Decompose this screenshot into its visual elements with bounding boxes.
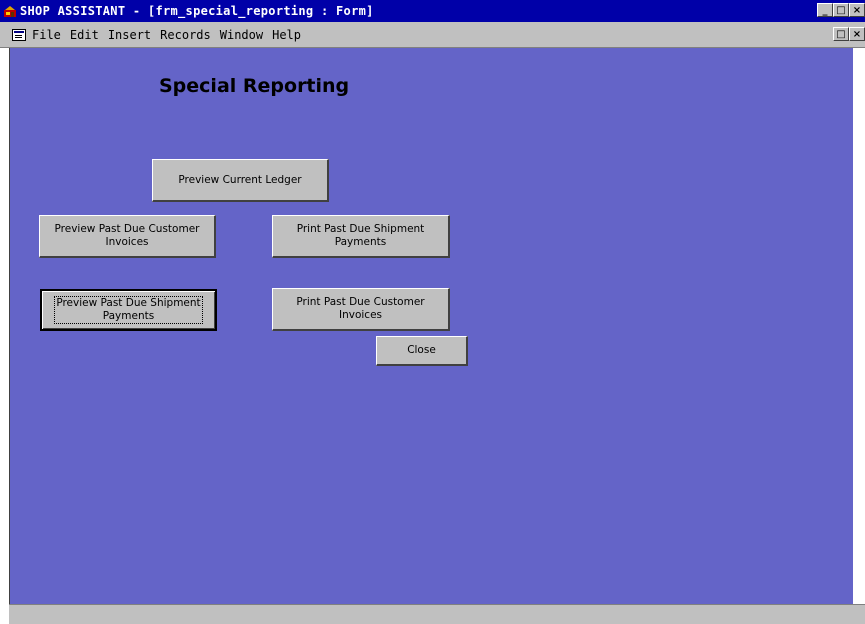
preview-past-due-customer-invoices-button[interactable]: Preview Past Due Customer Invoices [39,215,216,258]
menu-file[interactable]: File [32,28,61,42]
minimize-button[interactable]: _ [817,3,833,17]
print-past-due-customer-invoices-label: Print Past Due Customer Invoices [296,296,425,321]
form-view-icon[interactable] [12,28,26,41]
window-titlebar: SHOP ASSISTANT - [frm_special_reporting … [0,0,865,22]
app-icon[interactable] [2,3,18,19]
print-past-due-shipment-payments-button[interactable]: Print Past Due Shipment Payments [272,215,450,258]
menu-insert[interactable]: Insert [108,28,151,42]
document-controls: □ × [833,27,865,41]
menu-edit[interactable]: Edit [70,28,99,42]
document-restore-button[interactable]: □ [833,27,849,41]
preview-past-due-customer-invoices-label: Preview Past Due Customer Invoices [54,223,200,248]
print-past-due-customer-invoices-button[interactable]: Print Past Due Customer Invoices [272,288,450,331]
menu-window[interactable]: Window [220,28,263,42]
print-past-due-shipment-payments-label: Print Past Due Shipment Payments [296,223,425,248]
mdi-right-border [853,48,865,604]
close-button-label: Close [407,344,436,356]
maximize-button[interactable]: □ [833,3,849,17]
mdi-left-border [0,48,9,624]
close-window-button[interactable]: × [849,3,865,17]
document-close-button[interactable]: × [849,27,865,41]
preview-current-ledger-button[interactable]: Preview Current Ledger [152,159,329,202]
window-title: SHOP ASSISTANT - [frm_special_reporting … [20,4,374,18]
close-button[interactable]: Close [376,336,468,366]
window-controls: _ □ × [817,3,865,17]
status-bar [9,604,865,624]
preview-past-due-shipment-payments-button[interactable]: Preview Past Due Shipment Payments [40,289,217,331]
menu-records[interactable]: Records [160,28,211,42]
preview-current-ledger-label: Preview Current Ledger [178,173,302,186]
page-title: Special Reporting [159,75,350,97]
menu-bar: File Edit Insert Records Window Help □ × [0,22,865,48]
form-body: Special Reporting Preview Current Ledger… [9,48,853,604]
menu-help[interactable]: Help [272,28,301,42]
preview-past-due-shipment-payments-label: Preview Past Due Shipment Payments [54,296,203,324]
